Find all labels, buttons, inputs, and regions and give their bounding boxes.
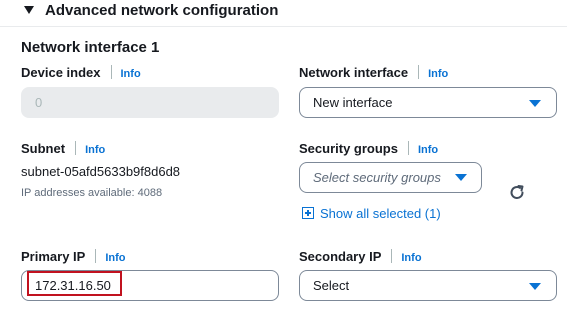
- primary-ip-label-text: Primary IP: [21, 249, 86, 264]
- security-groups-placeholder: Select security groups: [313, 170, 441, 185]
- section-title: Advanced network configuration: [45, 2, 279, 19]
- device-index-label-text: Device index: [21, 65, 101, 80]
- secondary-ip-info-link[interactable]: Info: [401, 252, 421, 264]
- device-index-input[interactable]: 0: [21, 87, 279, 118]
- network-interface-info-link[interactable]: Info: [428, 68, 448, 80]
- network-interface-value: New interface: [313, 95, 393, 110]
- dropdown-arrow-icon: [455, 174, 467, 181]
- network-interface-label: Network interface Info: [299, 65, 448, 80]
- primary-ip-label: Primary IP Info: [21, 249, 126, 264]
- ip-addresses-available: IP addresses available: 4088: [21, 187, 163, 199]
- subnet-info-link[interactable]: Info: [85, 144, 105, 156]
- refresh-icon[interactable]: [507, 183, 527, 203]
- network-interface-label-text: Network interface: [299, 65, 409, 80]
- subnet-value: subnet-05afd5633b9f8d6d8: [21, 164, 181, 179]
- dropdown-arrow-icon: [529, 283, 541, 290]
- highlight-annotation: [27, 271, 122, 296]
- secondary-ip-select[interactable]: Select: [299, 270, 557, 301]
- device-index-info-link[interactable]: Info: [121, 68, 141, 80]
- primary-ip-info-link[interactable]: Info: [105, 252, 125, 264]
- divider: [110, 65, 112, 79]
- network-interface-heading: Network interface 1: [21, 39, 160, 56]
- plus-square-icon: [302, 207, 314, 219]
- divider: [407, 141, 409, 155]
- security-groups-label-text: Security groups: [299, 141, 398, 156]
- security-groups-label: Security groups Info: [299, 141, 438, 156]
- divider: [418, 65, 420, 79]
- device-index-label: Device index Info: [21, 65, 141, 80]
- advanced-network-config-header[interactable]: Advanced network configuration: [0, 0, 567, 27]
- secondary-ip-label-text: Secondary IP: [299, 249, 382, 264]
- show-all-selected-text: Show all selected (1): [320, 206, 441, 221]
- security-groups-info-link[interactable]: Info: [418, 144, 438, 156]
- secondary-ip-label: Secondary IP Info: [299, 249, 422, 264]
- secondary-ip-value: Select: [313, 278, 350, 293]
- device-index-value: 0: [35, 95, 43, 110]
- subnet-label: Subnet Info: [21, 141, 105, 156]
- subnet-label-text: Subnet: [21, 141, 66, 156]
- network-interface-select[interactable]: New interface: [299, 87, 557, 118]
- divider: [75, 141, 77, 155]
- security-groups-multiselect[interactable]: Select security groups: [299, 162, 482, 193]
- show-all-selected-link[interactable]: Show all selected (1): [302, 206, 441, 221]
- caret-down-icon: [24, 6, 34, 14]
- divider: [95, 249, 97, 263]
- dropdown-arrow-icon: [529, 100, 541, 107]
- divider: [391, 249, 393, 263]
